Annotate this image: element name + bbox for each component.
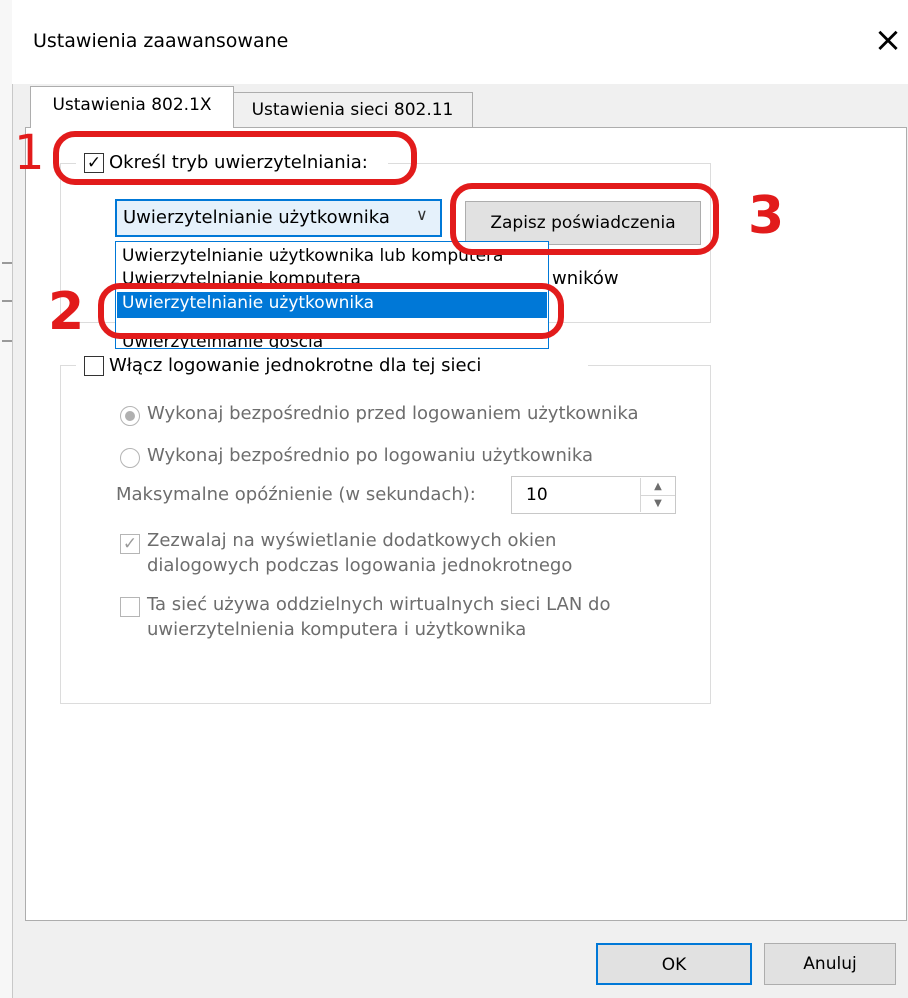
allow-dialogs-label-line2: dialogowych podczas logowania jednokrotn… (147, 555, 573, 576)
radio-before-logon-label: Wykonaj bezpośrednio przed logowaniem uż… (147, 403, 639, 424)
cancel-button[interactable]: Anuluj (764, 943, 896, 985)
max-delay-label: Maksymalne opóźnienie (w sekundach): (116, 484, 476, 505)
close-icon[interactable]: × (868, 20, 908, 60)
annotation-number-1: 1 (14, 125, 45, 181)
dropdown-option-user-or-computer[interactable]: Uwierzytelnianie użytkownika lub kompute… (122, 246, 503, 266)
dropdown-option-computer[interactable]: Uwierzytelnianie komputera (122, 269, 361, 284)
tab-8021x-settings[interactable]: Ustawienia 802.1X (30, 86, 234, 128)
background-window-mark (2, 262, 12, 264)
background-window-mark (2, 300, 12, 302)
separate-vlan-checkbox[interactable] (120, 597, 140, 617)
dialog-title: Ustawienia zaawansowane (33, 30, 289, 52)
annotation-number-2: 2 (48, 282, 85, 342)
chevron-down-icon[interactable]: ∨ (416, 205, 428, 224)
tab-80211-settings[interactable]: Ustawienia sieci 802.11 (233, 92, 473, 128)
separate-vlan-label-line1: Ta sieć używa oddzielnych wirtualnych si… (147, 594, 611, 615)
ok-button[interactable]: OK (596, 943, 752, 985)
radio-before-logon[interactable] (120, 406, 140, 426)
radio-after-logon[interactable] (120, 448, 140, 468)
spin-down-icon[interactable]: ▼ (641, 495, 675, 512)
annotation-highlight-3 (450, 183, 719, 255)
sso-enable-label: Włącz logowanie jednokrotne dla tej siec… (109, 355, 482, 376)
separate-vlan-label-line2: uwierzytelnienia komputera i użytkownika (147, 619, 527, 640)
radio-after-logon-label: Wykonaj bezpośrednio po logowaniu użytko… (147, 445, 594, 466)
partial-hidden-text: wników (552, 268, 619, 289)
allow-dialogs-label-line1: Zezwalaj na wyświetlanie dodatkowych oki… (147, 530, 557, 551)
radio-selected-dot (125, 411, 135, 421)
annotation-highlight-2 (98, 283, 564, 339)
sso-enable-checkbox[interactable] (84, 356, 104, 376)
annotation-highlight-1 (53, 131, 417, 185)
allow-dialogs-checkbox[interactable]: ✓ (120, 534, 140, 554)
spin-up-icon[interactable]: ▲ (641, 478, 675, 496)
auth-mode-combobox[interactable]: Uwierzytelnianie użytkownika (115, 199, 442, 237)
annotation-number-3: 3 (748, 186, 785, 246)
background-window-mark (2, 340, 12, 342)
max-delay-spinner[interactable]: ▲ ▼ (640, 478, 675, 512)
